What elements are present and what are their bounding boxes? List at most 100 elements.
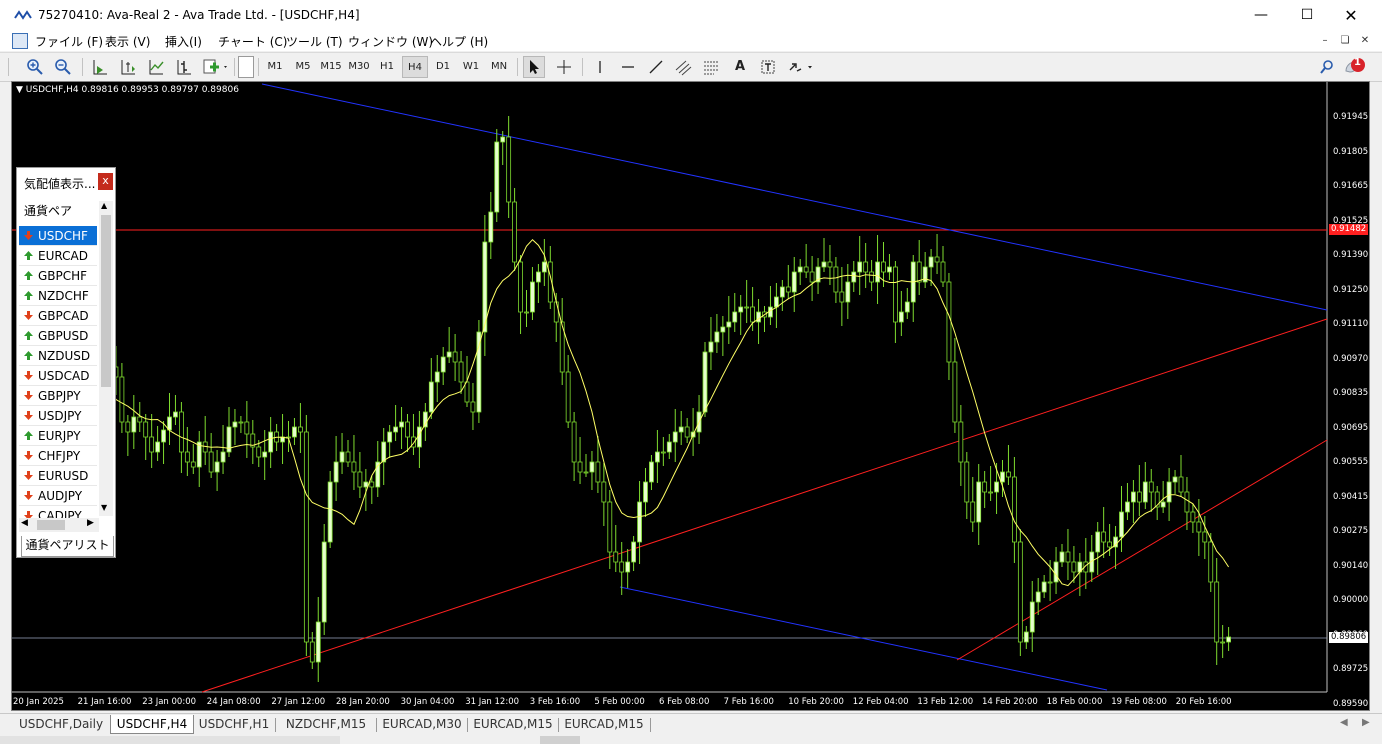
- symbol-list-tab[interactable]: 通貨ペアリスト: [21, 536, 114, 557]
- chart-menu-icon[interactable]: ▼: [16, 85, 23, 95]
- candle-body: [315, 621, 321, 663]
- tab-usdchf-h4[interactable]: USDCHF,H4: [110, 715, 194, 734]
- symbol-row-usdchf[interactable]: USDCHF: [19, 226, 97, 246]
- chart-shift-icon[interactable]: [89, 56, 111, 78]
- symbol-row-gbpjpy[interactable]: GBPJPY: [19, 386, 97, 406]
- arrows-tool-icon[interactable]: [785, 56, 817, 78]
- equidistant-channel-icon[interactable]: [673, 56, 695, 78]
- tf-m1[interactable]: M1: [262, 56, 288, 78]
- tf-w1[interactable]: W1: [458, 56, 484, 78]
- menu-window[interactable]: ウィンドウ (W): [348, 33, 433, 50]
- tf-mn[interactable]: MN: [486, 56, 512, 78]
- symbol-row-usdcad[interactable]: USDCAD: [19, 366, 97, 386]
- tab-eurcad-m15[interactable]: EURCAD,M15: [469, 715, 557, 734]
- chart-info-label: ▼ USDCHF,H4 0.89816 0.89953 0.89797 0.89…: [16, 85, 239, 95]
- mdi-restore-button[interactable]: ❏: [1338, 34, 1352, 48]
- cursor-icon[interactable]: [523, 56, 545, 78]
- symbol-row-usdjpy[interactable]: USDJPY: [19, 406, 97, 426]
- close-window-button[interactable]: ✕: [1328, 0, 1374, 31]
- tab-eurcad-m15-2[interactable]: EURCAD,M15: [560, 715, 648, 734]
- scroll-right-icon[interactable]: ▶: [87, 518, 94, 528]
- tf-d1[interactable]: D1: [430, 56, 456, 78]
- candle-body: [863, 261, 869, 273]
- candle-body: [1172, 476, 1178, 483]
- scroll-up-icon[interactable]: ▲: [101, 201, 107, 210]
- symbol-row-nzdusd[interactable]: NZDUSD: [19, 346, 97, 366]
- line-chart-icon[interactable]: [145, 56, 167, 78]
- symbol-name: USDCAD: [38, 369, 90, 383]
- tab-usdchf-daily[interactable]: USDCHF,Daily: [12, 715, 110, 734]
- market-watch-hscrollbar[interactable]: ◀ ▶: [19, 518, 99, 532]
- market-watch-close-button[interactable]: x: [98, 173, 113, 190]
- symbol-row-eurusd[interactable]: EURUSD: [19, 466, 97, 486]
- candle-body: [708, 341, 714, 353]
- text-label-icon[interactable]: [757, 56, 779, 78]
- tf-m30[interactable]: M30: [346, 56, 372, 78]
- menu-tools[interactable]: ツール (T): [286, 33, 343, 50]
- mdi-minimize-button[interactable]: –: [1318, 34, 1332, 48]
- candle-body: [1184, 491, 1190, 513]
- crosshair-icon[interactable]: [553, 56, 575, 78]
- arrow-down-icon: [24, 451, 33, 460]
- minimize-button[interactable]: —: [1238, 0, 1284, 31]
- horizontal-line-icon[interactable]: [617, 56, 639, 78]
- tab-eurcad-m30[interactable]: EURCAD,M30: [378, 715, 466, 734]
- candle-body: [297, 426, 303, 433]
- time-tick-label: 19 Feb 08:00: [1111, 697, 1167, 707]
- tab-nzdchf-m15[interactable]: NZDCHF,M15: [278, 715, 374, 734]
- candle-body: [821, 261, 827, 268]
- symbol-row-gbpusd[interactable]: GBPUSD: [19, 326, 97, 346]
- zoom-in-icon[interactable]: [24, 56, 46, 78]
- menu-help[interactable]: ヘルプ (H): [430, 33, 488, 50]
- market-watch-vscrollbar[interactable]: ▲ ▼: [99, 201, 113, 516]
- symbol-row-audjpy[interactable]: AUDJPY: [19, 486, 97, 506]
- chart-window-icon[interactable]: [12, 33, 28, 49]
- scroll-left-icon[interactable]: ◀: [21, 518, 28, 528]
- menu-chart[interactable]: チャート (C): [218, 33, 287, 50]
- tf-h4[interactable]: H4: [402, 56, 428, 78]
- candle-body: [619, 561, 625, 573]
- chart-scroll-box[interactable]: [238, 56, 254, 78]
- menu-file[interactable]: ファイル (F): [35, 33, 103, 50]
- menu-view[interactable]: 表示 (V): [105, 33, 150, 50]
- symbol-row-nzdchf[interactable]: NZDCHF: [19, 286, 97, 306]
- bar-chart-icon[interactable]: [173, 56, 195, 78]
- symbol-row-gbpchf[interactable]: GBPCHF: [19, 266, 97, 286]
- symbol-row-chfjpy[interactable]: CHFJPY: [19, 446, 97, 466]
- candle-body: [1220, 641, 1226, 644]
- scroll-down-icon[interactable]: ▼: [101, 503, 107, 512]
- autoscroll-icon[interactable]: [117, 56, 139, 78]
- chart-canvas[interactable]: [12, 82, 1369, 710]
- zoom-out-icon[interactable]: [52, 56, 74, 78]
- hscroll-thumb[interactable]: [37, 520, 65, 530]
- candle-body: [1006, 471, 1011, 478]
- mdi-close-button[interactable]: ✕: [1358, 34, 1372, 48]
- new-chart-icon[interactable]: [201, 56, 231, 78]
- price-tick-label: 0.89590: [1333, 698, 1369, 709]
- fibonacci-icon[interactable]: [701, 56, 723, 78]
- notification-bell-icon[interactable]: 1: [1343, 56, 1369, 78]
- time-tick-label: 21 Jan 16:00: [77, 697, 132, 707]
- candle-body: [684, 426, 690, 438]
- maximize-button[interactable]: ☐: [1284, 0, 1330, 31]
- tab-scroll-right-icon[interactable]: ▶: [1362, 717, 1370, 728]
- hline-price-label: 0.91482: [1329, 224, 1369, 235]
- tf-h1[interactable]: H1: [374, 56, 400, 78]
- symbol-row-eurjpy[interactable]: EURJPY: [19, 426, 97, 446]
- symbol-row-gbpcad[interactable]: GBPCAD: [19, 306, 97, 326]
- price-chart[interactable]: ▼ USDCHF,H4 0.89816 0.89953 0.89797 0.89…: [11, 81, 1370, 711]
- symbol-row-eurcad[interactable]: EURCAD: [19, 246, 97, 266]
- search-icon[interactable]: [1316, 56, 1338, 78]
- symbol-name: NZDCHF: [38, 289, 89, 303]
- price-tick-label: 0.91945: [1333, 112, 1369, 122]
- tab-usdchf-h1[interactable]: USDCHF,H1: [196, 715, 272, 734]
- symbol-column-header[interactable]: 通貨ペア: [19, 202, 102, 220]
- vertical-line-icon[interactable]: [589, 56, 611, 78]
- text-tool-icon[interactable]: A: [729, 56, 751, 78]
- menu-insert[interactable]: 挿入(I): [165, 33, 202, 50]
- tf-m5[interactable]: M5: [290, 56, 316, 78]
- trendline-icon[interactable]: [645, 56, 667, 78]
- tf-m15[interactable]: M15: [318, 56, 344, 78]
- vscroll-thumb[interactable]: [101, 215, 111, 387]
- tab-scroll-left-icon[interactable]: ◀: [1340, 717, 1348, 728]
